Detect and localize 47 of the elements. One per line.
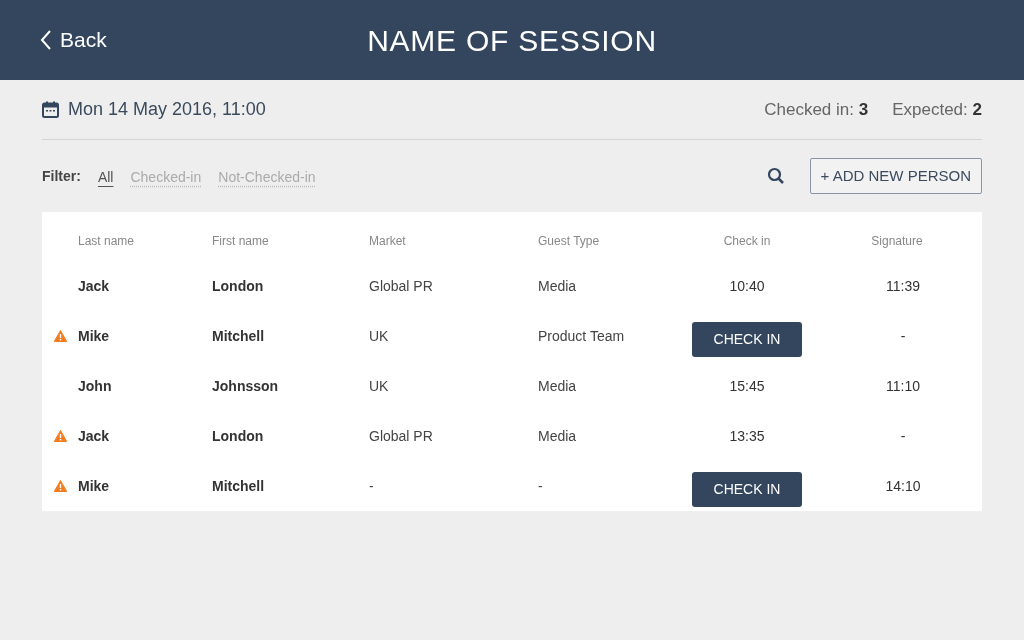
table-cell-text: - [538,476,543,496]
stat-text: Checked in: 3 [764,98,869,121]
table-cell-text: - [900,326,906,346]
back-button[interactable]: Back [40,24,107,56]
table-cell-text: Mitchell [212,476,265,496]
column-header: Market [369,232,406,250]
add-person-button[interactable]: + ADD NEW PERSON [809,158,982,194]
table-cell-text: 10:40 [729,276,765,296]
table-cell-text: UK [369,376,389,396]
table-cell-text: London [212,276,264,296]
column-header: Guest Type [538,232,600,250]
table-cell-text: 15:45 [729,376,765,396]
table-cell-text: Media [538,426,577,446]
column-header: Last name [78,232,135,250]
column-header: First name [212,232,269,250]
table-cell-text: 11:39 [886,276,920,296]
table-cell-text: Global PR [369,426,433,446]
table-cell-text: Mitchell [212,326,265,346]
table-cell-text: John [78,376,112,396]
table-cell-text: Media [538,276,577,296]
table-cell-text: Media [538,376,577,396]
check-in-button[interactable]: CHECK IN [692,321,802,357]
table-cell-text: 13:35 [729,426,765,446]
table-cell-text: Jack [78,426,110,446]
table-cell-text: Mike [78,476,110,496]
check-in-button[interactable]: CHECK IN [692,471,802,507]
chevron-left-icon [40,29,52,51]
filter-label: Filter: [42,166,81,186]
table-cell-text: 11:10 [886,376,920,396]
table-cell-text: UK [369,326,389,346]
table-cell-text: London [212,426,264,446]
column-header: Signature [871,232,923,250]
filter-link[interactable]: All [97,166,114,188]
table-cell-text: 14:10 [885,476,921,496]
calendar-icon [42,101,59,118]
table-cell-text: Mike [78,326,110,346]
search-icon[interactable] [766,167,785,185]
table-cell-text: Product Team [538,326,625,346]
stat-text: Expected: 2 [892,98,982,121]
table-cell-text: Jack [78,276,110,296]
session-date: Mon 14 May 2016, 11:00 [68,98,266,121]
table-cell-text: Johnsson [212,376,279,396]
table-cell-text: Global PR [369,276,433,296]
column-header: Check in [723,232,771,250]
page-title: NAME OF SESSION [367,22,657,59]
table-cell-text: - [369,476,374,496]
table-cell-text: - [900,426,906,446]
